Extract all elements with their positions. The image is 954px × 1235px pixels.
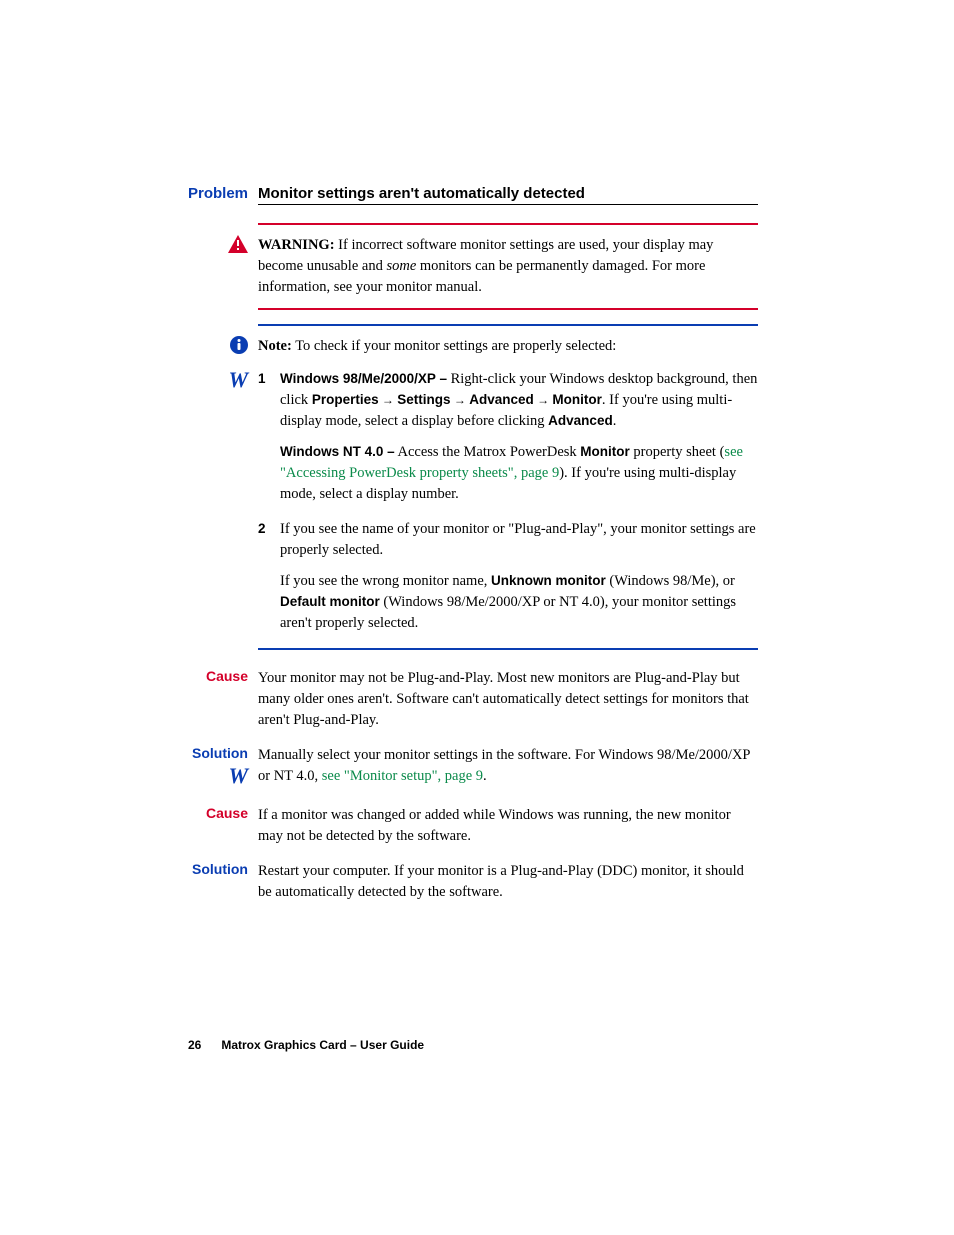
page-number: 26 [188, 1038, 218, 1052]
step-1: 1 Windows 98/Me/2000/XP – Right-click yo… [258, 369, 758, 505]
windows-icon-cell: W [188, 369, 258, 392]
heading-underline [258, 204, 758, 205]
warning-icon [228, 235, 248, 253]
solution-2-text: Restart your computer. If your monitor i… [258, 861, 758, 903]
step-2-body: If you see the name of your monitor or "… [280, 519, 758, 634]
warning-icon-cell [188, 235, 258, 258]
cause-1-label: Cause [188, 668, 258, 684]
problem-heading: Problem Monitor settings aren't automati… [188, 185, 758, 202]
solution-1: Solution W Manually select your monitor … [188, 745, 758, 787]
cause-2: Cause If a monitor was changed or added … [188, 805, 758, 847]
step-1-row: W 1 Windows 98/Me/2000/XP – Right-click … [188, 369, 758, 634]
windows-icon: W [228, 367, 248, 392]
step-1-number: 1 [258, 369, 280, 505]
step-1-body: Windows 98/Me/2000/XP – Right-click your… [280, 369, 758, 505]
warning-block: WARNING: If incorrect software monitor s… [188, 235, 758, 298]
step-2: 2 If you see the name of your monitor or… [258, 519, 758, 634]
solution-1-text: Manually select your monitor settings in… [258, 745, 758, 787]
solution-2-label: Solution [188, 861, 258, 877]
step-2-number: 2 [258, 519, 280, 634]
cause-2-label: Cause [188, 805, 258, 821]
warning-text: WARNING: If incorrect software monitor s… [258, 235, 758, 298]
solution-1-label: Solution [188, 745, 248, 761]
cause-2-text: If a monitor was changed or added while … [258, 805, 758, 847]
page-footer: 26 Matrox Graphics Card – User Guide [188, 1038, 424, 1052]
cause-1: Cause Your monitor may not be Plug-and-P… [188, 668, 758, 731]
note-block: Note: To check if your monitor settings … [188, 336, 758, 359]
problem-label: Problem [188, 185, 248, 202]
note-prefix: Note: [258, 338, 292, 354]
warning-prefix: WARNING: [258, 237, 335, 253]
page-content: Problem Monitor settings aren't automati… [188, 185, 758, 903]
info-icon [230, 336, 248, 354]
note-text: Note: To check if your monitor settings … [258, 336, 758, 357]
problem-title: Monitor settings aren't automatically de… [248, 185, 585, 202]
solution-1-label-cell: Solution W [188, 745, 258, 787]
link-monitor-setup[interactable]: see "Monitor setup", page 9 [322, 768, 483, 784]
info-icon-cell [188, 336, 258, 359]
cause-1-text: Your monitor may not be Plug-and-Play. M… [258, 668, 758, 731]
solution-2: Solution Restart your computer. If your … [188, 861, 758, 903]
windows-icon: W [228, 763, 248, 788]
footer-title: Matrox Graphics Card – User Guide [221, 1038, 424, 1052]
